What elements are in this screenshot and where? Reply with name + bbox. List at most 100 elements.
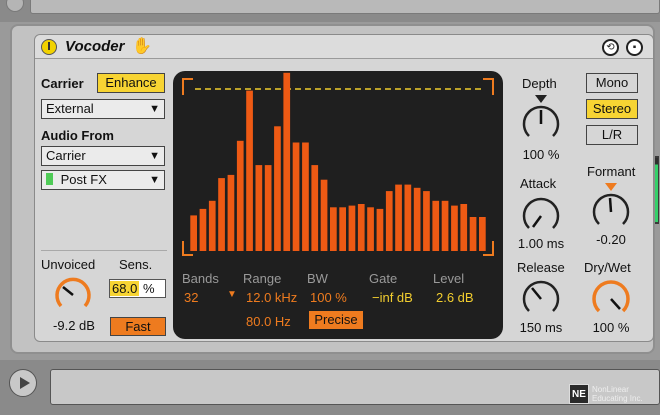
band-bar	[283, 72, 291, 251]
vocoder-display[interactable]: Bands 32 ▼ Range 12.0 kHz 80.0 Hz BW 100…	[173, 71, 503, 339]
band-bar	[218, 178, 225, 251]
attack-knob[interactable]	[520, 193, 562, 235]
device-power-icon[interactable]	[41, 39, 57, 55]
carrier-source-value: External	[46, 101, 94, 116]
lr-button[interactable]: L/R	[586, 125, 638, 145]
chevron-down-icon: ▼	[149, 103, 160, 115]
range-high-value[interactable]: 12.0 kHz	[246, 290, 297, 305]
chevron-down-icon: ▼	[149, 174, 160, 186]
save-preset-icon[interactable]: ▪	[626, 39, 643, 56]
top-device-strip	[0, 0, 660, 22]
band-bar	[479, 217, 486, 251]
enhance-button[interactable]: Enhance	[97, 73, 165, 93]
band-bar	[385, 191, 393, 251]
vocoder-device: Vocoder ✋ ⟲ ▪ Carrier Enhance External ▼…	[34, 34, 654, 342]
precise-button[interactable]: Precise	[309, 311, 363, 329]
band-bar	[339, 207, 346, 251]
sens-value: 68.0	[110, 281, 140, 296]
device-rack: Vocoder ✋ ⟲ ▪ Carrier Enhance External ▼…	[10, 24, 655, 354]
device-title: Vocoder	[65, 38, 125, 55]
unvoiced-value: -9.2 dB	[53, 318, 95, 333]
hand-icon[interactable]: ✋	[132, 36, 152, 56]
section-divider	[41, 250, 167, 251]
band-bar	[423, 191, 430, 251]
audio-from-label: Audio From	[41, 128, 114, 143]
band-bar	[320, 179, 328, 251]
drywet-label: Dry/Wet	[584, 260, 631, 275]
range-bracket[interactable]	[182, 78, 193, 95]
bw-label: BW	[307, 271, 328, 286]
gate-label: Gate	[369, 271, 398, 286]
sens-field[interactable]: 68.0 %	[109, 279, 166, 298]
chevron-down-icon: ▼	[149, 150, 160, 162]
input-monitor-icon	[46, 173, 53, 185]
play-icon[interactable]	[9, 369, 37, 397]
level-value[interactable]: 2.6 dB	[436, 290, 474, 305]
drywet-knob[interactable]	[590, 276, 632, 318]
device-titlebar: Vocoder ✋ ⟲ ▪	[35, 35, 653, 59]
audio-tap-value: Post FX	[60, 172, 107, 187]
band-bar	[236, 140, 244, 251]
band-bar	[357, 204, 365, 251]
band-bar	[469, 217, 477, 251]
bands-value[interactable]: 32	[184, 290, 198, 305]
release-label: Release	[517, 260, 565, 275]
bw-value[interactable]: 100 %	[310, 290, 347, 305]
band-bar	[376, 208, 384, 251]
band-bar	[311, 165, 319, 251]
unvoiced-label: Unvoiced	[41, 257, 96, 272]
band-bar	[302, 142, 309, 251]
audio-from-dropdown[interactable]: Carrier ▼	[41, 146, 165, 166]
mono-button[interactable]: Mono	[586, 73, 638, 93]
range-bracket[interactable]	[483, 78, 494, 95]
nonlinear-logo: NE NonLinear Educating Inc.	[569, 384, 643, 404]
depth-value: 100 %	[522, 147, 560, 162]
band-bar	[208, 200, 216, 251]
audio-tap-dropdown[interactable]: Post FX ▼	[41, 170, 165, 190]
depth-label: Depth	[522, 76, 557, 91]
unvoiced-knob[interactable]	[53, 273, 93, 313]
release-value: 150 ms	[519, 320, 563, 335]
level-label: Level	[433, 271, 465, 286]
fast-button[interactable]: Fast	[110, 317, 166, 336]
logo-line1: NonLinear	[592, 385, 629, 394]
formant-label: Formant	[587, 164, 636, 179]
attack-label: Attack	[520, 176, 557, 191]
top-slot-knob[interactable]	[6, 0, 24, 12]
band-bar	[413, 187, 421, 251]
stereo-button[interactable]: Stereo	[586, 99, 638, 119]
carrier-source-dropdown[interactable]: External ▼	[41, 99, 165, 119]
logo-line2: Educating Inc.	[592, 394, 643, 403]
band-bar	[190, 215, 197, 251]
sens-label: Sens.	[119, 257, 153, 272]
band-bar	[395, 184, 402, 251]
bands-label: Bands	[182, 271, 219, 286]
attack-value: 1.00 ms	[517, 236, 565, 251]
drywet-value: 100 %	[592, 320, 630, 335]
release-knob[interactable]	[520, 276, 562, 318]
logo-badge: NE	[569, 384, 589, 404]
band-bar	[330, 207, 337, 251]
depth-knob[interactable]	[520, 101, 562, 143]
band-bar	[451, 205, 458, 251]
top-slot	[30, 0, 660, 14]
band-bar	[199, 208, 207, 251]
band-bar	[404, 184, 412, 251]
band-bar	[255, 165, 263, 251]
formant-knob[interactable]	[590, 189, 632, 231]
band-bar	[367, 207, 374, 251]
carrier-label: Carrier	[41, 76, 84, 91]
range-low-value[interactable]: 80.0 Hz	[246, 314, 291, 329]
bottom-clip-bar: NE NonLinear Educating Inc.	[0, 360, 660, 415]
band-bar	[432, 200, 440, 251]
band-bar	[246, 90, 253, 251]
sens-unit: %	[142, 281, 155, 296]
band-bar	[441, 200, 449, 251]
band-bar	[227, 174, 235, 251]
band-bar	[264, 165, 272, 251]
band-bar	[274, 126, 281, 251]
audio-from-value: Carrier	[46, 148, 86, 163]
gate-value[interactable]: −inf dB	[372, 290, 413, 305]
hot-swap-icon[interactable]: ⟲	[602, 39, 619, 56]
band-spectrum	[182, 72, 494, 256]
